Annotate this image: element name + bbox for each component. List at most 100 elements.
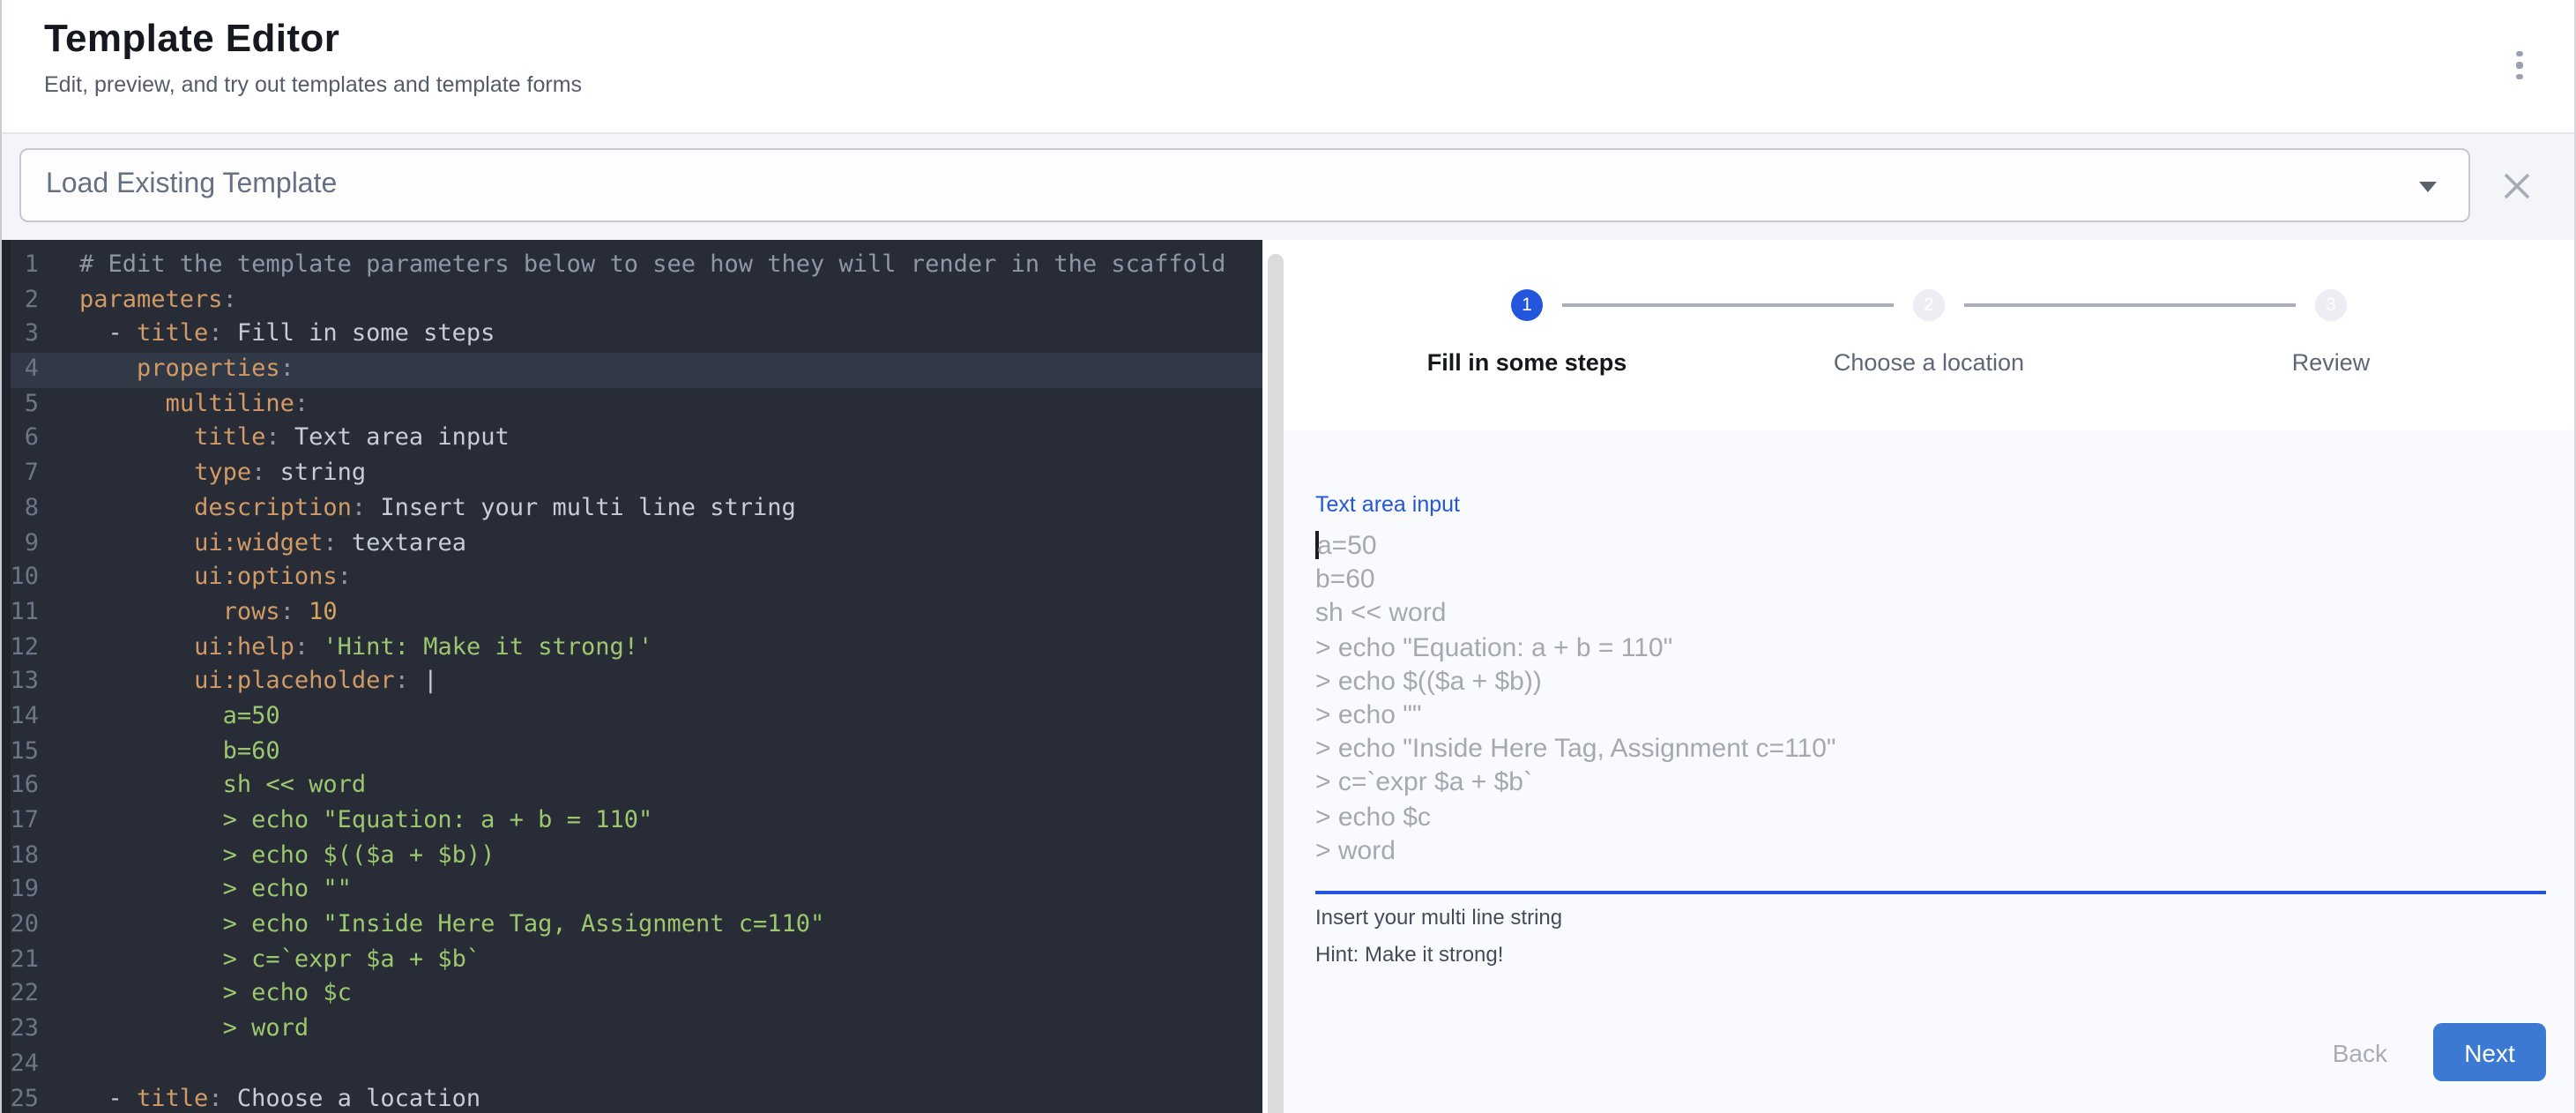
code-text: description: Insert your multi line stri…	[79, 492, 796, 527]
code-text: > c=`expr $a + $b`	[79, 944, 480, 978]
code-line[interactable]: 6 title: Text area input	[2, 422, 1262, 457]
step-number-badge: 3	[2315, 288, 2347, 320]
code-text: type: string	[79, 457, 366, 491]
code-text: properties:	[79, 353, 294, 387]
textarea-placeholder-line: > echo $(($a + $b))	[1315, 665, 2546, 698]
textarea-placeholder-line: > c=`expr $a + $b`	[1315, 766, 2546, 800]
code-line[interactable]: 1# Edit the template parameters below to…	[2, 249, 1262, 283]
code-line[interactable]: 22 > echo $c	[2, 978, 1262, 1012]
code-line[interactable]: 20 > echo "Inside Here Tag, Assignment c…	[2, 908, 1262, 943]
code-text: multiline:	[79, 388, 309, 422]
code-text: - title: Choose a location	[79, 1082, 480, 1113]
template-preview-panel: 1 Fill in some steps 2 Choose a location 3 Re…	[1284, 240, 2574, 1113]
text-cursor	[1315, 531, 1318, 559]
code-line[interactable]: 4 properties:	[2, 353, 1262, 387]
load-template-row: Load Existing Template	[2, 134, 2574, 240]
chevron-down-icon	[2419, 182, 2437, 192]
textarea-placeholder-line: > echo "Equation: a + b = 110"	[1315, 631, 2546, 664]
form-actions: Back Next	[2333, 1023, 2546, 1081]
editor-lines: 1# Edit the template parameters below to…	[2, 249, 1262, 1113]
kebab-dot	[2517, 51, 2522, 56]
code-line[interactable]: 21 > c=`expr $a + $b`	[2, 944, 1262, 978]
back-button[interactable]: Back	[2333, 1038, 2387, 1066]
field-hint: Hint: Make it strong!	[1315, 942, 2546, 967]
code-text: title: Text area input	[79, 422, 510, 457]
code-text: a=50	[79, 700, 280, 735]
textarea-placeholder-line: > word	[1315, 834, 2546, 868]
template-editor-page: Template Editor Edit, preview, and try o…	[0, 0, 2576, 1113]
textarea-placeholder-line: > echo $c	[1315, 800, 2546, 833]
code-line[interactable]: 12 ui:help: 'Hint: Make it strong!'	[2, 631, 1262, 665]
stepper-step: 2 Choose a location	[1728, 288, 2130, 375]
code-line[interactable]: 19 > echo ""	[2, 874, 1262, 908]
stepper-step: 3 Review	[2130, 288, 2532, 375]
kebab-dot	[2517, 73, 2522, 78]
step-label: Fill in some steps	[1427, 348, 1627, 375]
code-text: sh << word	[79, 770, 366, 804]
textarea-placeholder-line: a=50	[1315, 529, 2546, 563]
code-line[interactable]: 9 ui:widget: textarea	[2, 527, 1262, 561]
main-split: 1 # Edit the template parameters below to…	[2, 240, 2574, 1113]
textarea-placeholder-line: sh << word	[1315, 597, 2546, 631]
code-line[interactable]: 25 - title: Choose a location	[2, 1082, 1262, 1113]
code-line[interactable]: 24	[2, 1048, 1262, 1082]
editor-gutter-strip	[2, 240, 11, 1113]
step-number-badge: 2	[1913, 288, 1945, 320]
code-line[interactable]: 15 b=60	[2, 735, 1262, 769]
field-description: Insert your multi line string	[1315, 905, 2546, 930]
code-line[interactable]: 18 > echo $(($a + $b))	[2, 839, 1262, 873]
code-text: > echo $c	[79, 978, 352, 1012]
code-text: > echo $(($a + $b))	[79, 839, 495, 873]
next-button[interactable]: Next	[2433, 1023, 2546, 1081]
textarea-placeholder-line: > echo ""	[1315, 698, 2546, 732]
page-header: Template Editor Edit, preview, and try o…	[2, 0, 2574, 134]
code-text: ui:widget: textarea	[79, 527, 466, 561]
code-line[interactable]: 2parameters:	[2, 283, 1262, 317]
code-line[interactable]: 7 type: string	[2, 457, 1262, 491]
wizard-stepper: 1 Fill in some steps 2 Choose a location 3 Re…	[1284, 288, 2574, 375]
code-text: > word	[79, 1012, 309, 1047]
close-icon	[2502, 171, 2532, 201]
clear-selection-button[interactable]	[2502, 171, 2532, 201]
code-line[interactable]: 5 multiline:	[2, 388, 1262, 422]
code-line[interactable]: 14 a=50	[2, 700, 1262, 735]
code-line[interactable]: 3 - title: Fill in some steps	[2, 318, 1262, 353]
code-text: ui:help: 'Hint: Make it strong!'	[79, 631, 652, 665]
code-line[interactable]: 11 rows: 10	[2, 596, 1262, 631]
textarea-placeholder-line: > echo "Inside Here Tag, Assignment c=11…	[1315, 732, 2546, 766]
code-text: parameters:	[79, 283, 237, 317]
code-text: > echo "Equation: a + b = 110"	[79, 804, 652, 839]
step-form: Text area input a=50b=60sh << word> echo…	[1284, 430, 2574, 1113]
textarea-focus-underline	[1315, 891, 2546, 894]
code-text: ui:options:	[79, 561, 352, 595]
code-text: > echo ""	[79, 874, 352, 908]
textarea-placeholder-line: b=60	[1315, 563, 2546, 596]
code-line[interactable]: 13 ui:placeholder: |	[2, 666, 1262, 700]
select-placeholder: Load Existing Template	[46, 169, 337, 201]
step-label: Choose a location	[1834, 348, 2024, 375]
kebab-dot	[2517, 63, 2522, 68]
load-existing-template-select[interactable]: Load Existing Template	[19, 148, 2470, 222]
step-label: Review	[2292, 348, 2371, 375]
code-text: b=60	[79, 735, 280, 769]
code-text: > echo "Inside Here Tag, Assignment c=11…	[79, 908, 824, 943]
code-line[interactable]: 16 sh << word	[2, 770, 1262, 804]
code-text: rows: 10	[79, 596, 338, 631]
page-title: Template Editor	[44, 16, 339, 62]
step-number-badge: 1	[1511, 288, 1543, 320]
code-line[interactable]: 17 > echo "Equation: a + b = 110"	[2, 804, 1262, 839]
multiline-textarea[interactable]: a=50b=60sh << word> echo "Equation: a + …	[1315, 529, 2546, 868]
code-text: - title: Fill in some steps	[79, 318, 495, 353]
code-text: ui:placeholder: |	[79, 666, 437, 700]
yaml-code-editor[interactable]: 1# Edit the template parameters below to…	[2, 240, 1262, 1113]
code-line[interactable]: 10 ui:options:	[2, 561, 1262, 595]
textarea-field-label: Text area input	[1315, 492, 2546, 517]
stepper-step: 1 Fill in some steps	[1326, 288, 1728, 375]
more-options-button[interactable]	[2507, 46, 2532, 85]
code-line[interactable]: 8 description: Insert your multi line st…	[2, 492, 1262, 527]
editor-scrollbar-thumb[interactable]	[1268, 254, 1283, 1113]
editor-scrollbar-track	[1262, 240, 1284, 1113]
code-line[interactable]: 23 > word	[2, 1012, 1262, 1047]
page-subtitle: Edit, preview, and try out templates and…	[44, 72, 582, 97]
code-text: # Edit the template parameters below to …	[79, 249, 1225, 283]
